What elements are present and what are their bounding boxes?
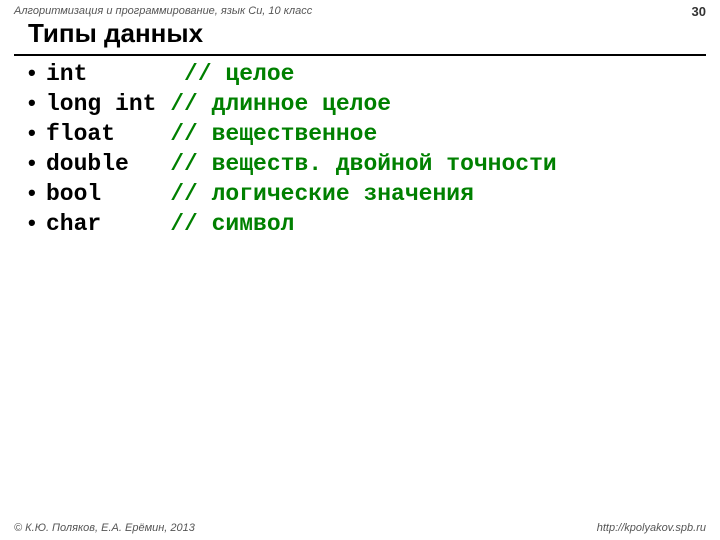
type-comment: // символ bbox=[156, 211, 294, 237]
type-name: char bbox=[46, 211, 156, 237]
footer-url: http://kpolyakov.spb.ru bbox=[597, 522, 706, 534]
heading-rule bbox=[14, 54, 706, 56]
course-title: Алгоритмизация и программирование, язык … bbox=[14, 5, 312, 17]
type-comment: // вещественное bbox=[156, 121, 377, 147]
slide: Алгоритмизация и программирование, язык … bbox=[0, 0, 720, 540]
page-title: Типы данных bbox=[28, 18, 203, 49]
type-comment: // веществ. двойной точности bbox=[156, 151, 556, 177]
bullet-icon: • bbox=[28, 150, 46, 176]
footer: © К.Ю. Поляков, Е.А. Ерёмин, 2013 http:/… bbox=[14, 522, 706, 534]
type-name: bool bbox=[46, 181, 156, 207]
bullet-icon: • bbox=[28, 210, 46, 236]
type-row: • long int // длинное целое bbox=[28, 90, 706, 120]
content: • int // целое • long int // длинное цел… bbox=[28, 60, 706, 240]
type-row: • bool // логические значения bbox=[28, 180, 706, 210]
type-name: float bbox=[46, 121, 156, 147]
type-comment: // длинное целое bbox=[156, 91, 391, 117]
type-comment: // логические значения bbox=[156, 181, 473, 207]
type-row: • double // веществ. двойной точности bbox=[28, 150, 706, 180]
copyright: © К.Ю. Поляков, Е.А. Ерёмин, 2013 bbox=[14, 522, 195, 534]
bullet-icon: • bbox=[28, 60, 46, 86]
type-row: • float // вещественное bbox=[28, 120, 706, 150]
type-name: long int bbox=[46, 91, 156, 117]
type-row: • int // целое bbox=[28, 60, 706, 90]
type-name: int bbox=[46, 61, 156, 87]
type-comment: // целое bbox=[156, 61, 294, 87]
type-name: double bbox=[46, 151, 156, 177]
bullet-icon: • bbox=[28, 180, 46, 206]
header-bar: Алгоритмизация и программирование, язык … bbox=[0, 0, 720, 20]
bullet-icon: • bbox=[28, 90, 46, 116]
page-number: 30 bbox=[692, 4, 706, 19]
bullet-icon: • bbox=[28, 120, 46, 146]
type-row: • char // символ bbox=[28, 210, 706, 240]
